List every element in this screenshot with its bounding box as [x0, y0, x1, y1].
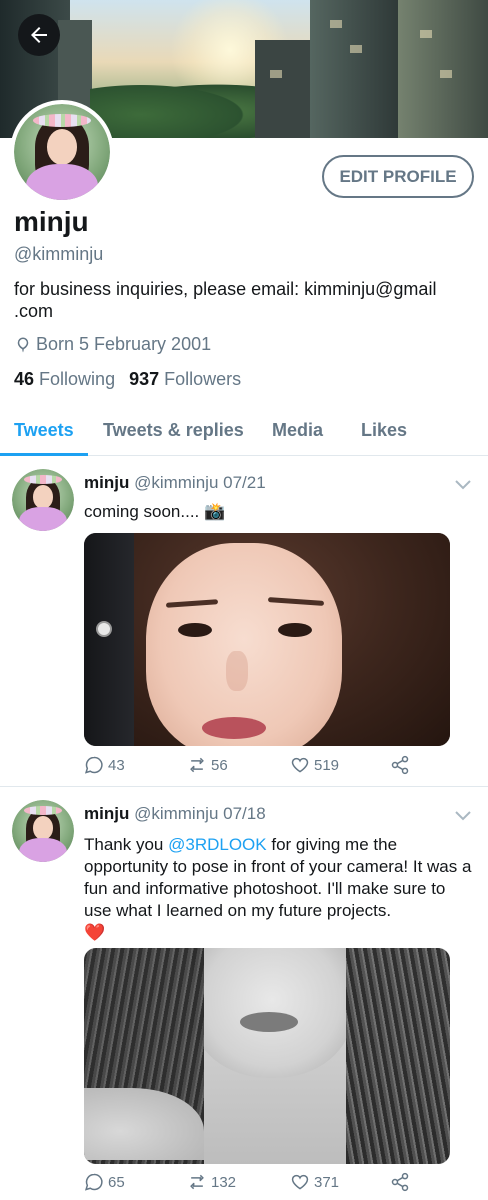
display-name: minju [14, 206, 89, 237]
retweet-icon [190, 1174, 204, 1190]
tweet-header: minju @kimminju 07/18 [84, 804, 266, 824]
tweet-photo[interactable] [84, 948, 450, 1164]
like-button[interactable]: 519 [290, 755, 339, 775]
retweet-button[interactable]: 56 [187, 755, 228, 775]
edit-profile-button[interactable]: EDIT PROFILE [322, 155, 474, 198]
reply-icon [84, 756, 103, 774]
back-button[interactable] [18, 14, 60, 56]
heart-emoji: ❤️ [84, 923, 106, 942]
following-link[interactable]: 46 Following [14, 369, 115, 390]
tab-media[interactable]: Media [272, 420, 323, 441]
tweet[interactable]: minju @kimminju 07/21 coming soon.... 📸 … [0, 457, 488, 787]
tweet-author-name: minju [84, 473, 130, 492]
share-button[interactable] [390, 1172, 410, 1192]
tweet-author-handle: @kimminju [134, 804, 219, 823]
balloon-icon [17, 337, 29, 352]
chevron-down-icon[interactable] [454, 479, 472, 491]
tweet-actions: 43 56 519 [84, 755, 444, 779]
birthday-text: Born 5 February 2001 [36, 334, 212, 354]
like-icon [291, 1174, 309, 1190]
like-icon [291, 757, 309, 773]
tweet-photo[interactable] [84, 533, 450, 746]
tweet-actions: 65 132 371 [84, 1172, 444, 1196]
tweet-date: 07/18 [223, 804, 266, 823]
share-button[interactable] [390, 755, 410, 775]
birthday: Born 5 February 2001 [14, 334, 211, 355]
followers-link[interactable]: 937 Followers [129, 369, 241, 390]
tweet-avatar[interactable] [12, 800, 74, 862]
tweet-author-name: minju [84, 804, 130, 823]
tab-likes[interactable]: Likes [361, 420, 407, 441]
chevron-down-icon[interactable] [454, 810, 472, 822]
active-tab-indicator [0, 453, 88, 456]
tab-tweets[interactable]: Tweets [14, 420, 74, 441]
profile-tabs: Tweets Tweets & replies Media Likes [0, 412, 488, 456]
reply-button[interactable]: 43 [84, 755, 125, 775]
profile-handle: @kimminju [14, 244, 104, 264]
like-button[interactable]: 371 [290, 1172, 339, 1192]
mention-link[interactable]: @3RDLOOK [168, 835, 267, 854]
tweet-header: minju @kimminju 07/21 [84, 473, 266, 493]
share-icon [391, 1172, 409, 1192]
back-arrow-icon [31, 27, 47, 43]
share-icon [391, 755, 409, 775]
tweet-text: coming soon.... 📸 [84, 502, 226, 521]
tweet[interactable]: minju @kimminju 07/18 Thank you @3RDLOOK… [0, 788, 488, 1200]
retweet-icon [190, 757, 204, 773]
retweet-button[interactable]: 132 [187, 1172, 236, 1192]
reply-button[interactable]: 65 [84, 1172, 125, 1192]
tweet-author-handle: @kimminju [134, 473, 219, 492]
tweet-date: 07/21 [223, 473, 266, 492]
reply-icon [84, 1173, 103, 1191]
profile-bio: for business inquiries, please email: ki… [14, 279, 437, 321]
profile-avatar[interactable] [10, 100, 114, 204]
tweet-avatar[interactable] [12, 469, 74, 531]
tab-tweets-replies[interactable]: Tweets & replies [103, 420, 244, 441]
follow-stats: 46 Following 937 Followers [14, 369, 241, 390]
tweet-text: Thank you @3RDLOOK for giving me the opp… [84, 835, 472, 942]
